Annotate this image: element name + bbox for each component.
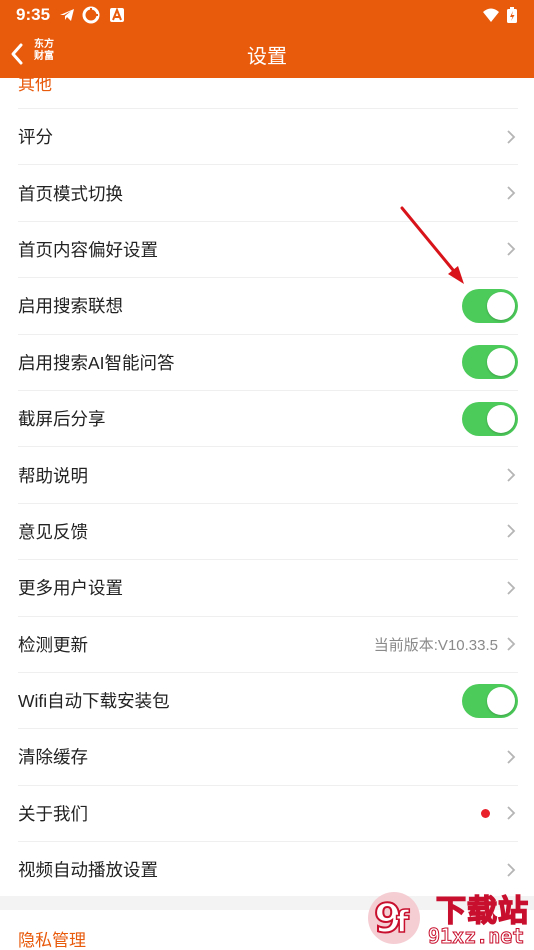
settings-row-label: 启用搜索联想 <box>18 296 123 317</box>
wifi-icon <box>483 8 499 22</box>
pinwheel-icon <box>82 6 100 24</box>
settings-row-label: 清除缓存 <box>18 747 88 768</box>
text-a-icon <box>110 7 124 22</box>
toggle-switch[interactable] <box>462 345 518 380</box>
settings-row-label: Wifi自动下载安装包 <box>18 691 170 712</box>
telegram-icon <box>60 9 74 21</box>
toggle-knob <box>487 291 515 320</box>
watermark: 9 f 下载站 91xz.net <box>362 886 534 950</box>
chevron-right-icon <box>507 130 516 144</box>
settings-row[interactable]: 启用搜索AI智能问答 <box>18 333 518 390</box>
chevron-right-icon <box>507 524 516 539</box>
toggle-knob <box>487 348 515 377</box>
section-title-other: 其他 <box>18 78 52 94</box>
toggle-knob <box>487 404 515 433</box>
toggle-switch[interactable] <box>462 401 518 436</box>
chevron-right-icon <box>507 863 516 877</box>
settings-row[interactable]: Wifi自动下载安装包 <box>18 671 518 728</box>
settings-row[interactable]: 帮助说明 <box>18 446 518 502</box>
settings-content[interactable]: 其他 评分首页模式切换首页内容偏好设置 启用搜索联想启用搜索AI智能问答 截屏后分享… <box>0 78 534 950</box>
chevron-right-icon <box>507 806 516 821</box>
settings-row-label: 帮助说明 <box>18 465 88 486</box>
settings-row[interactable]: 截屏后分享 <box>18 389 518 446</box>
settings-row-label: 视频自动播放设置 <box>18 860 158 881</box>
settings-row-label: 首页模式切换 <box>18 183 123 204</box>
settings-row-label: 意见反馈 <box>18 521 88 542</box>
settings-row[interactable]: 启用搜索联想 <box>18 277 518 333</box>
status-time: 9:35 <box>16 5 51 24</box>
red-dot-badge <box>481 808 490 818</box>
version-value: 当前版本:V10.33.5 <box>373 636 498 654</box>
settings-row[interactable]: 检测更新 当前版本:V10.33.5 <box>18 615 518 672</box>
chevron-right-icon <box>507 750 516 764</box>
settings-row[interactable]: 关于我们 <box>18 784 518 841</box>
toggle-knob <box>487 686 515 715</box>
toggle-switch[interactable] <box>462 288 518 323</box>
settings-row[interactable]: 首页内容偏好设置 <box>18 220 518 277</box>
chevron-right-icon <box>507 242 516 257</box>
chevron-right-icon <box>507 468 516 482</box>
chevron-right-icon <box>507 186 516 200</box>
settings-row-label: 评分 <box>18 127 53 148</box>
svg-text:f: f <box>396 905 410 940</box>
page-title: 设置 <box>247 46 287 68</box>
app-bar: 东方 财富 设置 <box>0 30 534 78</box>
battery-icon <box>507 7 517 23</box>
settings-row-label: 首页内容偏好设置 <box>18 239 158 260</box>
settings-row-label: 启用搜索AI智能问答 <box>18 352 175 373</box>
chevron-right-icon <box>507 581 516 595</box>
settings-row[interactable]: 更多用户设置 <box>18 559 518 615</box>
settings-row[interactable]: 清除缓存 <box>18 728 518 784</box>
settings-row-label: 截屏后分享 <box>18 409 106 430</box>
settings-list: 评分首页模式切换首页内容偏好设置 启用搜索联想启用搜索AI智能问答 截屏后分享帮助说… <box>0 108 534 897</box>
watermark-line2: 91xz.net <box>427 924 525 949</box>
watermark-badge-icon: 9 f <box>368 892 420 944</box>
settings-row-label: 关于我们 <box>18 803 88 824</box>
settings-row[interactable]: 评分 <box>18 108 518 164</box>
settings-row[interactable]: 意见反馈 <box>18 502 518 559</box>
settings-row-label: 检测更新 <box>18 634 88 655</box>
settings-row-label: 更多用户设置 <box>18 578 123 599</box>
toggle-switch[interactable] <box>462 683 518 718</box>
status-bar: 9:35 <box>0 0 534 30</box>
chevron-right-icon <box>507 637 516 651</box>
settings-row[interactable]: 首页模式切换 <box>18 164 518 220</box>
